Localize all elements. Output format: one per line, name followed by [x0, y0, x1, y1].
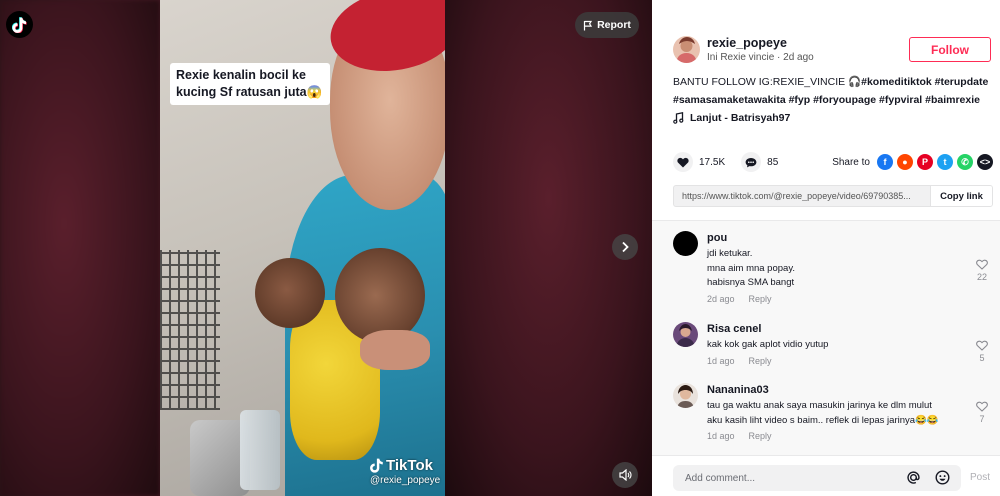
report-label: Report	[597, 19, 631, 31]
commenter-name[interactable]: Risa cenel	[707, 323, 957, 335]
like-stat[interactable]: 17.5K	[673, 152, 725, 172]
reply-button[interactable]: Reply	[749, 294, 772, 304]
comment-like-button[interactable]: 22	[971, 259, 993, 282]
like-button[interactable]	[673, 152, 693, 172]
commenter-name[interactable]: Nananina03	[707, 384, 977, 396]
description-text: BANTU FOLLOW IG:REXIE_VINCIE 🎧	[673, 76, 862, 88]
heart-outline-icon	[976, 401, 988, 412]
emoji-button[interactable]	[934, 469, 951, 486]
flag-icon	[583, 20, 593, 30]
watermark-username: @rexie_popeye	[370, 475, 441, 486]
comment-like-count: 7	[979, 414, 985, 424]
chevron-right-icon	[622, 241, 629, 253]
description-hashtags[interactable]: #komeditiktok #terupdate	[861, 76, 988, 88]
author-username[interactable]: rexie_popeye	[707, 36, 814, 50]
comment-text: tau ga waktu anak saya masukin jarinya k…	[707, 400, 939, 426]
description-hashtags[interactable]: #samasamaketawakita #fyp #foryoupage #fy…	[673, 94, 901, 106]
comments-list[interactable]: pou jdi ketukar. mna aim mna popay. habi…	[652, 220, 1000, 455]
video-description: BANTU FOLLOW IG:REXIE_VINCIE 🎧#komeditik…	[673, 74, 993, 110]
tiktok-watermark: TikTok @rexie_popeye	[370, 457, 440, 486]
comment-stat[interactable]: 85	[741, 152, 778, 172]
mention-button[interactable]	[905, 469, 922, 486]
video-player[interactable]: Rexie kenalin bocil ke kucing Sf ratusan…	[160, 0, 445, 496]
monkey-image-region	[335, 248, 425, 343]
facebook-icon[interactable]: f	[877, 154, 893, 170]
music-note-icon	[673, 112, 684, 124]
post-comment-button[interactable]: Post	[970, 472, 990, 483]
description-hashtags-tail[interactable]: viral #baimrexie	[901, 94, 980, 106]
monkey-image-region	[255, 258, 325, 328]
next-video-button[interactable]	[612, 234, 638, 260]
comment-item: Risa cenel kak kok gak aplot vidio yutup…	[673, 322, 993, 377]
comment-item: Nananina03 tau ga waktu anak saya masuki…	[673, 383, 993, 453]
emoji-icon	[935, 470, 950, 485]
commenter-avatar[interactable]	[673, 322, 698, 347]
commenter-avatar[interactable]	[673, 231, 698, 256]
author-avatar[interactable]	[673, 36, 700, 63]
whatsapp-icon[interactable]: ✆	[957, 154, 973, 170]
heart-outline-icon	[976, 340, 988, 351]
comment-time: 1d ago	[707, 431, 735, 442]
tiktok-logo-button[interactable]	[6, 11, 33, 38]
comment-bubble-icon	[745, 157, 757, 167]
add-comment-bar: Add comment... Post	[652, 455, 1000, 496]
video-caption-overlay: Rexie kenalin bocil ke kucing Sf ratusan…	[170, 63, 330, 105]
comment-time: 1d ago	[707, 355, 735, 366]
video-url-field[interactable]: https://www.tiktok.com/@rexie_popeye/vid…	[674, 191, 930, 201]
author-subtitle: Ini Rexie vincie · 2d ago	[707, 52, 814, 63]
like-count: 17.5K	[699, 156, 726, 168]
share-link-row: https://www.tiktok.com/@rexie_popeye/vid…	[673, 185, 993, 207]
follow-button[interactable]: Follow	[909, 37, 991, 62]
comment-like-button[interactable]: 7	[971, 401, 993, 424]
commenter-name[interactable]: pou	[707, 232, 957, 244]
at-sign-icon	[907, 471, 920, 484]
cage-image-region	[160, 250, 220, 410]
share-bar: Share to f ● Pt ✆ <>	[832, 154, 993, 170]
heart-icon	[677, 157, 689, 167]
twitter-icon[interactable]: t	[937, 154, 953, 170]
comment-button[interactable]	[741, 152, 762, 172]
mute-button[interactable]	[612, 462, 638, 488]
tiktok-logo-icon	[12, 16, 27, 33]
details-panel: rexie_popeye Ini Rexie vincie · 2d ago F…	[652, 0, 1000, 496]
music-title: Lanjut - Batrisyah97	[690, 112, 791, 124]
reddit-icon[interactable]: ●	[897, 154, 913, 170]
comment-item: pou jdi ketukar. mna aim mna popay. habi…	[673, 231, 993, 311]
copy-link-button[interactable]: Copy link	[930, 186, 992, 206]
speaker-icon	[618, 469, 632, 481]
embed-icon[interactable]: <>	[977, 154, 993, 170]
tiktok-note-icon	[370, 458, 383, 473]
report-button[interactable]: Report	[575, 12, 639, 38]
comment-like-count: 22	[976, 272, 987, 282]
comment-count: 85	[767, 156, 779, 168]
reply-button[interactable]: Reply	[749, 431, 772, 441]
comment-like-button[interactable]: 5	[971, 340, 993, 363]
comment-like-count: 5	[979, 353, 985, 363]
reply-button[interactable]: Reply	[749, 356, 772, 366]
commenter-avatar[interactable]	[673, 383, 698, 408]
watermark-brand: TikTok	[386, 457, 433, 474]
comment-time: 2d ago	[707, 294, 735, 305]
music-link[interactable]: Lanjut - Batrisyah97	[673, 112, 790, 124]
video-area: Rexie kenalin bocil ke kucing Sf ratusan…	[0, 0, 652, 496]
video-blur-background-left	[0, 0, 160, 496]
engagement-stats: 17.5K 85 Share to f ● Pt ✆ <>	[673, 151, 993, 173]
pinterest-icon[interactable]: P	[917, 154, 933, 170]
author-info[interactable]: rexie_popeye Ini Rexie vincie · 2d ago	[673, 36, 814, 63]
comment-text: jdi ketukar. mna aim mna popay. habisnya…	[707, 248, 796, 289]
comment-text: kak kok gak aplot vidio yutup	[707, 339, 829, 350]
share-label: Share to	[832, 156, 870, 168]
heart-outline-icon	[976, 259, 988, 270]
